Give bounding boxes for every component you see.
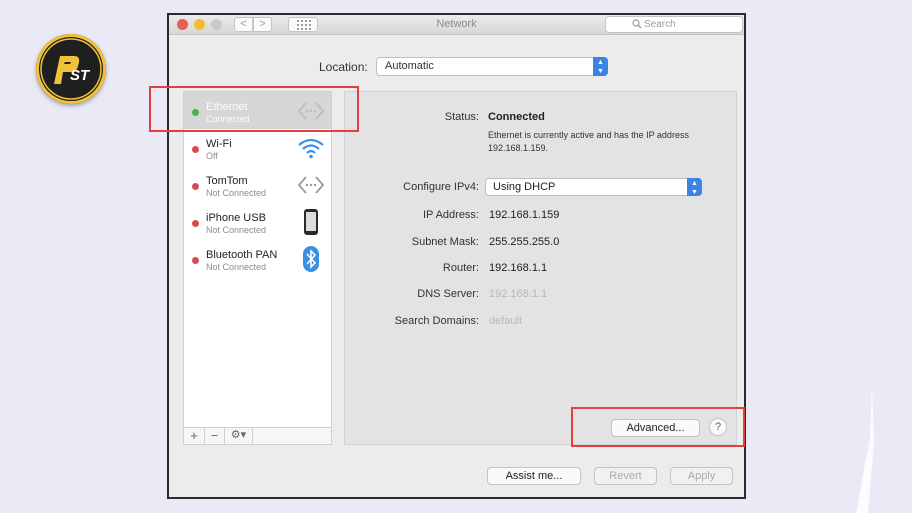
ip-address-label: IP Address:	[422, 209, 479, 221]
status-dot-red	[192, 257, 199, 264]
status-label: Status:	[444, 111, 479, 123]
dns-server-value: 192.168.1.1	[489, 288, 548, 300]
service-name: Bluetooth PAN	[206, 249, 278, 261]
service-status: Off	[206, 151, 218, 161]
assist-me-button[interactable]: Assist me...	[487, 467, 581, 485]
status-description: Ethernet is currently active and has the…	[488, 130, 689, 153]
service-list: Ethernet Connected Wi-Fi Off TomTom Not …	[183, 91, 332, 445]
service-list-toolbar: + − ⚙▾	[183, 427, 332, 445]
title-bar: < > Network Search	[169, 15, 744, 35]
status-dot-red	[192, 220, 199, 227]
select-stepper-icon: ▲ ▼	[687, 178, 702, 196]
remove-service-button[interactable]: −	[205, 428, 225, 444]
dns-server-label: DNS Server:	[417, 288, 479, 300]
service-name: Wi-Fi	[206, 138, 232, 150]
iphone-icon	[304, 209, 318, 235]
router-label: Router:	[442, 262, 479, 274]
location-select[interactable]: Automatic ▲ ▼	[376, 57, 608, 76]
service-status: Not Connected	[206, 225, 267, 235]
ip-address-value: 192.168.1.159	[489, 209, 560, 221]
status-dot-red	[192, 146, 199, 153]
highlight-box-ethernet	[149, 86, 359, 132]
search-domains-label: Search Domains:	[394, 315, 479, 327]
status-dot-red	[192, 183, 199, 190]
service-status: Not Connected	[206, 262, 267, 272]
revert-button[interactable]: Revert	[594, 467, 657, 485]
bluetooth-icon	[303, 246, 319, 272]
router-value: 192.168.1.1	[489, 262, 548, 274]
ethernet-icon	[297, 176, 325, 194]
gear-menu-button[interactable]: ⚙▾	[225, 428, 253, 444]
subnet-mask-label: Subnet Mask:	[411, 236, 479, 248]
detail-panel: Status: Connected Ethernet is currently …	[344, 91, 737, 445]
configure-ipv4-select[interactable]: Using DHCP ▲ ▼	[485, 178, 702, 196]
service-name: TomTom	[206, 175, 248, 187]
configure-ipv4-label: Configure IPv4:	[403, 181, 479, 193]
highlight-box-advanced	[571, 407, 745, 447]
decorative-streak	[856, 383, 874, 513]
svg-text:ST: ST	[70, 67, 91, 84]
subnet-mask-value: 255.255.255.0	[489, 236, 560, 248]
wifi-icon	[298, 138, 324, 159]
service-item-bluetooth-pan[interactable]: Bluetooth PAN Not Connected	[184, 240, 331, 277]
service-item-iphone-usb[interactable]: iPhone USB Not Connected	[184, 203, 331, 240]
brand-logo: ST	[36, 34, 106, 104]
service-name: iPhone USB	[206, 212, 266, 224]
search-placeholder: Search	[644, 19, 676, 30]
search-input[interactable]: Search	[605, 16, 743, 33]
select-stepper-icon: ▲ ▼	[593, 57, 608, 76]
search-domains-value: default	[489, 315, 523, 327]
add-service-button[interactable]: +	[184, 428, 205, 444]
configure-ipv4-value: Using DHCP	[493, 181, 556, 193]
location-value: Automatic	[385, 60, 434, 72]
apply-button[interactable]: Apply	[670, 467, 733, 485]
status-value: Connected	[488, 111, 545, 123]
service-item-tomtom[interactable]: TomTom Not Connected	[184, 166, 331, 203]
service-status: Not Connected	[206, 188, 267, 198]
location-label: Location:	[319, 60, 368, 74]
service-item-wifi[interactable]: Wi-Fi Off	[184, 129, 331, 166]
search-icon	[632, 19, 642, 29]
